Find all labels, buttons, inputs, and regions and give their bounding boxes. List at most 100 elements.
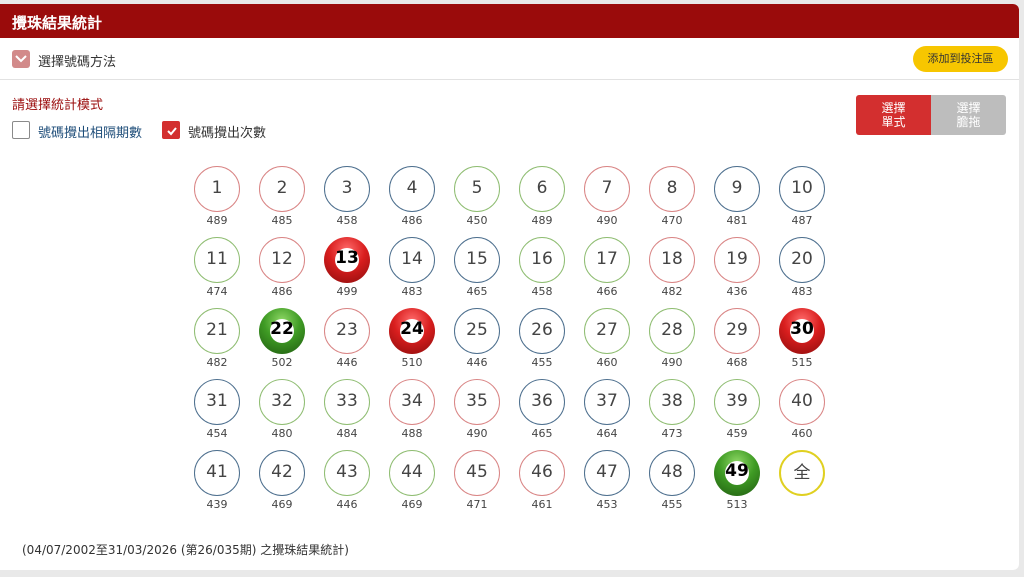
number-ball-49[interactable]: 49 <box>714 450 760 496</box>
ball-count-42: 469 <box>271 498 293 511</box>
ball-count-15: 465 <box>466 285 488 298</box>
number-ball-11[interactable]: 11 <box>194 237 240 283</box>
number-ball-29[interactable]: 29 <box>714 308 760 354</box>
ball-number: 6 <box>536 178 548 198</box>
number-ball-20[interactable]: 20 <box>779 237 825 283</box>
ball-count-9: 481 <box>726 214 748 227</box>
ball-count-33: 484 <box>336 427 358 440</box>
ball-number: 4 <box>406 178 418 198</box>
ball-number: 全 <box>793 463 811 483</box>
ball-number: 49 <box>725 461 749 481</box>
ball-count-45: 471 <box>466 498 488 511</box>
number-ball-41[interactable]: 41 <box>194 450 240 496</box>
number-ball-15[interactable]: 15 <box>454 237 500 283</box>
number-ball-40[interactable]: 40 <box>779 379 825 425</box>
ball-count-47: 453 <box>596 498 618 511</box>
ball-count-18: 482 <box>661 285 683 298</box>
number-ball-36[interactable]: 36 <box>519 379 565 425</box>
ball-number: 21 <box>206 320 228 340</box>
ball-number: 32 <box>271 391 293 411</box>
number-ball-7[interactable]: 7 <box>584 166 630 212</box>
number-ball-8[interactable]: 8 <box>649 166 695 212</box>
number-ball-26[interactable]: 26 <box>519 308 565 354</box>
ball-count-34: 488 <box>401 427 423 440</box>
number-ball-32[interactable]: 32 <box>259 379 305 425</box>
number-ball-35[interactable]: 35 <box>454 379 500 425</box>
number-ball-17[interactable]: 17 <box>584 237 630 283</box>
number-ball-21[interactable]: 21 <box>194 308 240 354</box>
number-ball-25[interactable]: 25 <box>454 308 500 354</box>
ball-number: 46 <box>531 462 553 482</box>
number-ball-27[interactable]: 27 <box>584 308 630 354</box>
number-ball-31[interactable]: 31 <box>194 379 240 425</box>
ball-number: 12 <box>271 249 293 269</box>
ball-number: 37 <box>596 391 618 411</box>
ball-number: 34 <box>401 391 423 411</box>
ball-count-20: 483 <box>791 285 813 298</box>
number-ball-10[interactable]: 10 <box>779 166 825 212</box>
number-ball-12[interactable]: 12 <box>259 237 305 283</box>
ball-count-10: 487 <box>791 214 813 227</box>
number-ball-5[interactable]: 5 <box>454 166 500 212</box>
number-ball-43[interactable]: 43 <box>324 450 370 496</box>
ball-count-11: 474 <box>206 285 228 298</box>
number-ball-24[interactable]: 24 <box>389 308 435 354</box>
ball-number: 15 <box>466 249 488 269</box>
ball-number: 42 <box>271 462 293 482</box>
number-ball-45[interactable]: 45 <box>454 450 500 496</box>
ball-number: 2 <box>276 178 288 198</box>
number-ball-48[interactable]: 48 <box>649 450 695 496</box>
number-ball-22[interactable]: 22 <box>259 308 305 354</box>
ball-number: 27 <box>596 320 618 340</box>
ball-number: 10 <box>791 178 813 198</box>
ball-count-48: 455 <box>661 498 683 511</box>
ball-count-35: 490 <box>466 427 488 440</box>
ball-count-29: 468 <box>726 356 748 369</box>
ball-count-30: 515 <box>791 356 813 369</box>
ball-number: 20 <box>791 249 813 269</box>
ball-count-24: 510 <box>401 356 423 369</box>
number-ball-33[interactable]: 33 <box>324 379 370 425</box>
number-ball-34[interactable]: 34 <box>389 379 435 425</box>
ball-count-19: 436 <box>726 285 748 298</box>
number-ball-39[interactable]: 39 <box>714 379 760 425</box>
all-numbers-ball[interactable]: 全 <box>779 450 825 496</box>
number-ball-6[interactable]: 6 <box>519 166 565 212</box>
number-ball-38[interactable]: 38 <box>649 379 695 425</box>
ball-number: 1 <box>211 178 223 198</box>
ball-count-26: 455 <box>531 356 553 369</box>
ball-number: 43 <box>336 462 358 482</box>
number-ball-44[interactable]: 44 <box>389 450 435 496</box>
ball-count-17: 466 <box>596 285 618 298</box>
number-ball-19[interactable]: 19 <box>714 237 760 283</box>
number-ball-18[interactable]: 18 <box>649 237 695 283</box>
number-ball-47[interactable]: 47 <box>584 450 630 496</box>
number-ball-23[interactable]: 23 <box>324 308 370 354</box>
number-ball-3[interactable]: 3 <box>324 166 370 212</box>
ball-number: 9 <box>731 178 743 198</box>
number-ball-13[interactable]: 13 <box>324 237 370 283</box>
number-ball-37[interactable]: 37 <box>584 379 630 425</box>
number-ball-28[interactable]: 28 <box>649 308 695 354</box>
ball-count-41: 439 <box>206 498 228 511</box>
ball-number: 47 <box>596 462 618 482</box>
ball-count-49: 513 <box>726 498 748 511</box>
ball-count-39: 459 <box>726 427 748 440</box>
number-ball-30[interactable]: 30 <box>779 308 825 354</box>
ball-count-37: 464 <box>596 427 618 440</box>
ball-number: 19 <box>726 249 748 269</box>
number-ball-16[interactable]: 16 <box>519 237 565 283</box>
ball-count-7: 490 <box>596 214 618 227</box>
ball-number: 40 <box>791 391 813 411</box>
ball-count-3: 458 <box>336 214 358 227</box>
ball-number: 16 <box>531 249 553 269</box>
number-ball-2[interactable]: 2 <box>259 166 305 212</box>
number-ball-9[interactable]: 9 <box>714 166 760 212</box>
number-ball-14[interactable]: 14 <box>389 237 435 283</box>
number-ball-1[interactable]: 1 <box>194 166 240 212</box>
number-ball-46[interactable]: 46 <box>519 450 565 496</box>
number-ball-4[interactable]: 4 <box>389 166 435 212</box>
ball-count-12: 486 <box>271 285 293 298</box>
number-ball-42[interactable]: 42 <box>259 450 305 496</box>
ball-count-23: 446 <box>336 356 358 369</box>
